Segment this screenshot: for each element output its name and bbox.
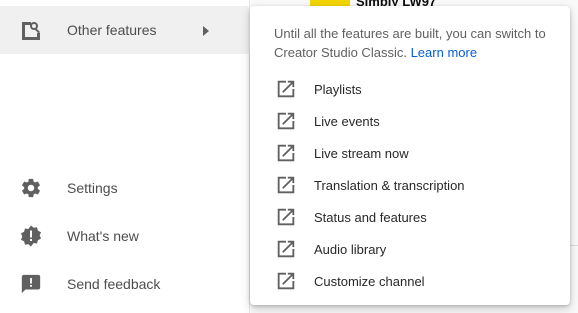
sidebar-item-send-feedback[interactable]: Send feedback xyxy=(0,260,250,308)
menu-item-customize-channel[interactable]: Customize channel xyxy=(250,265,570,297)
open-in-new-icon xyxy=(277,240,295,258)
classic-studio-note: Until all the features are built, you ca… xyxy=(274,24,559,62)
menu-item-label: Translation & transcription xyxy=(314,177,465,193)
menu-item-audio-library[interactable]: Audio library xyxy=(250,233,570,265)
menu-item-live-events[interactable]: Live events xyxy=(250,105,570,137)
open-in-new-icon xyxy=(277,176,295,194)
open-in-new-icon xyxy=(277,80,295,98)
sidebar: Other features Settings What's new Send … xyxy=(0,0,250,313)
open-in-new-icon xyxy=(277,144,295,162)
menu-item-label: Customize channel xyxy=(314,273,425,289)
open-in-new-icon xyxy=(277,112,295,130)
open-in-new-icon xyxy=(277,272,295,290)
menu-item-status-and-features[interactable]: Status and features xyxy=(250,201,570,233)
sidebar-item-settings[interactable]: Settings xyxy=(0,164,250,212)
sidebar-item-other-features[interactable]: Other features xyxy=(0,6,250,54)
sidebar-item-label: Settings xyxy=(67,180,118,196)
menu-item-playlists[interactable]: Playlists xyxy=(250,73,570,105)
menu-item-label: Audio library xyxy=(314,241,387,257)
menu-item-label: Status and features xyxy=(314,209,427,225)
chevron-right-icon xyxy=(200,24,212,36)
alert-badge-icon xyxy=(19,224,43,248)
sidebar-item-label: What's new xyxy=(67,228,139,244)
menu-item-label: Live stream now xyxy=(314,145,409,161)
sidebar-item-label: Other features xyxy=(67,22,157,38)
sidebar-item-whats-new[interactable]: What's new xyxy=(0,212,250,260)
other-features-menu: Until all the features are built, you ca… xyxy=(250,6,570,305)
menu-item-label: Live events xyxy=(314,113,380,129)
other-features-icon xyxy=(19,18,43,42)
menu-item-translation-transcription[interactable]: Translation & transcription xyxy=(250,169,570,201)
sidebar-item-label: Send feedback xyxy=(67,276,161,292)
menu-item-label: Playlists xyxy=(314,81,362,97)
gear-icon xyxy=(19,176,43,200)
menu-item-live-stream-now[interactable]: Live stream now xyxy=(250,137,570,169)
open-in-new-icon xyxy=(277,208,295,226)
learn-more-link[interactable]: Learn more xyxy=(411,45,477,60)
feedback-icon xyxy=(19,272,43,296)
